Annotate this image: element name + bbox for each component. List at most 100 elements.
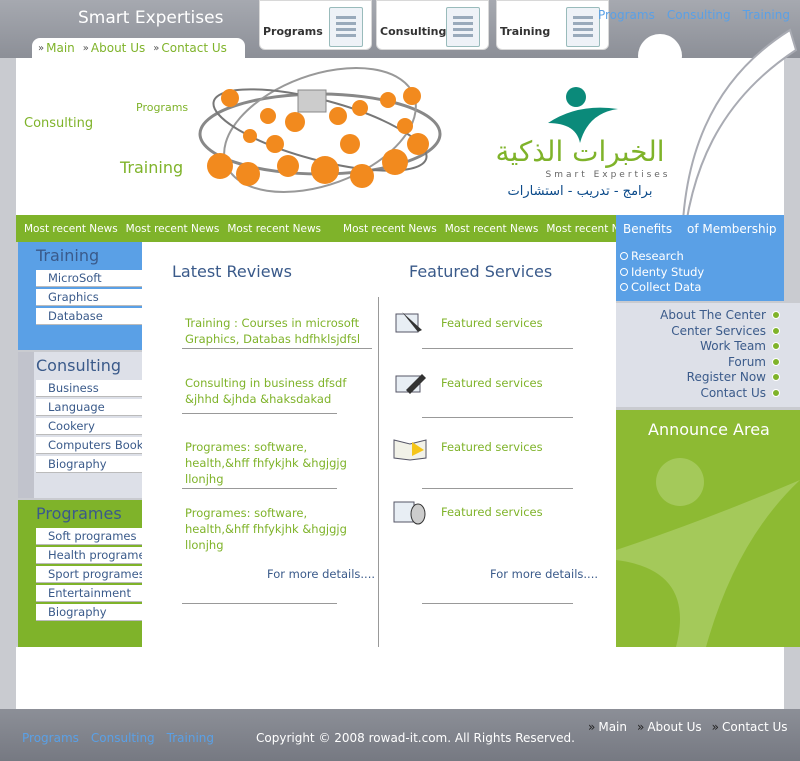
svg-text:Smart Expertises: Smart Expertises: [546, 170, 671, 180]
banner-word-programs: Programs: [136, 101, 189, 114]
review-item[interactable]: Consulting in business dfsdf &jhhd &jhda…: [185, 375, 365, 407]
review-item[interactable]: Training : Courses in microsoft Graphics…: [185, 315, 365, 347]
featured-service-link[interactable]: Featured services: [441, 376, 543, 390]
sidebar-item-language[interactable]: Language: [36, 399, 142, 416]
sidebar-item-computers-books[interactable]: Computers Books: [36, 437, 149, 454]
announce-title: Announce Area: [648, 420, 770, 439]
main-nav: » Main » About Us » Contact Us: [32, 38, 245, 58]
sidebar-heading: Training: [36, 246, 100, 265]
featured-service-link[interactable]: Featured services: [441, 440, 543, 454]
bullet-icon: [772, 311, 780, 319]
footer-link-training[interactable]: Training: [167, 731, 214, 745]
sidebar-programes: Programes Soft programes Health programe…: [18, 500, 152, 647]
bullet-icon: [620, 252, 628, 260]
sidebar-item-sport-programes[interactable]: Sport programes: [36, 566, 145, 583]
sidebar-item-biography[interactable]: Biography: [36, 456, 142, 473]
benefit-item[interactable]: Identy Study: [620, 265, 704, 279]
benefit-item[interactable]: Collect Data: [620, 280, 701, 294]
sidebar-item-health-programes[interactable]: Health programes: [36, 547, 152, 564]
top-link-programs[interactable]: Programs: [598, 8, 655, 22]
svg-text:برامج - تدريب - استشارات: برامج - تدريب - استشارات: [508, 184, 653, 199]
top-links: Programs Consulting Training: [598, 8, 790, 22]
news-item[interactable]: Most recent News: [343, 223, 437, 235]
document-pencil-icon: [329, 7, 363, 47]
chevron-right-icon: »: [711, 720, 720, 734]
chevron-right-icon: »: [588, 720, 596, 734]
site-title: Smart Expertises: [78, 8, 224, 28]
featured-service-link[interactable]: Featured services: [441, 316, 543, 330]
sidebar-consulting: Consulting Business Language Cookery Com…: [18, 352, 149, 498]
nav-contact-us[interactable]: » Contact Us: [153, 41, 227, 55]
copyright: Copyright © 2008 rowad-it.com. All Right…: [256, 731, 575, 745]
announce-area: Announce Area: [616, 410, 800, 647]
tab-training[interactable]: Training: [496, 0, 609, 50]
banner-word-consulting: Consulting: [24, 116, 94, 131]
column-divider: [378, 297, 379, 649]
news-item[interactable]: Most recent News: [445, 223, 539, 235]
sidebar-item-entertainment[interactable]: Entertainment: [36, 585, 142, 602]
featured-services-title: Featured Services: [409, 262, 553, 281]
banner-word-training: Training: [120, 158, 184, 177]
person-headset-icon: [446, 7, 480, 47]
news-item[interactable]: Most recent News: [126, 223, 220, 235]
sidebar-heading: Consulting: [36, 356, 122, 375]
review-item[interactable]: Programes: software, health,&hff fhfykjh…: [185, 439, 365, 487]
bullet-icon: [772, 342, 780, 350]
sidebar-item-business[interactable]: Business: [36, 380, 142, 397]
review-item[interactable]: Programes: software, health,&hff fhfykjh…: [185, 505, 365, 553]
latest-reviews-title: Latest Reviews: [172, 262, 292, 281]
top-link-training[interactable]: Training: [743, 8, 790, 22]
footer-link-about-us[interactable]: » About Us: [637, 720, 702, 734]
sidebar-item-biography[interactable]: Biography: [36, 604, 142, 621]
featured-service-link[interactable]: Featured services: [441, 505, 543, 519]
chevron-right-icon: »: [38, 42, 45, 54]
footer-link-main[interactable]: » Main: [588, 720, 627, 734]
sidebar-item-microsoft[interactable]: MicroSoft: [36, 270, 142, 287]
membership-title: of Membership: [687, 222, 777, 236]
footer-link-programs[interactable]: Programs: [22, 731, 79, 745]
footer: Programs Consulting Training Copyright ©…: [0, 709, 800, 761]
smart-expertises-logo: الخبرات الذكية Smart Expertises برامج - …: [488, 83, 678, 203]
menu-center-services[interactable]: Center Services: [671, 324, 780, 338]
bullet-icon: [772, 389, 780, 397]
menu-about-the-center[interactable]: About The Center: [660, 308, 780, 322]
bullet-icon: [772, 373, 780, 381]
document-pencil-icon: [566, 7, 600, 47]
benefits-title: Benefits: [623, 222, 673, 236]
sidebar-training: Training MicroSoft Graphics Database: [18, 242, 142, 350]
tab-programs[interactable]: Programs: [259, 0, 372, 50]
services-more-link[interactable]: For more details....: [490, 567, 598, 581]
chevron-right-icon: »: [153, 42, 160, 54]
sidebar-item-graphics[interactable]: Graphics: [36, 289, 142, 306]
figure-watermark: [616, 458, 800, 647]
news-item[interactable]: Most recent News: [24, 223, 118, 235]
network-globe-illustration: [198, 67, 442, 193]
chevron-right-icon: »: [82, 42, 89, 54]
tab-consulting[interactable]: Consulting: [376, 0, 489, 50]
nav-about-us[interactable]: » About Us: [83, 41, 145, 55]
svg-text:الخبرات الذكية: الخبرات الذكية: [495, 135, 664, 168]
open-book-icon: [393, 439, 427, 461]
benefit-item[interactable]: Research: [620, 249, 684, 263]
document-mouse-icon: [393, 501, 426, 525]
clipboard-pen-icon: [395, 374, 426, 394]
footer-link-contact-us[interactable]: » Contact Us: [712, 720, 788, 734]
nav-main[interactable]: » Main: [38, 41, 75, 55]
bullet-icon: [620, 268, 628, 276]
bullet-icon: [620, 283, 628, 291]
benefits-panel: Benefits of Membership Research Identy S…: [616, 215, 784, 301]
sidebar-item-cookery[interactable]: Cookery: [36, 418, 142, 435]
content-footer-spacer: [16, 647, 784, 709]
news-item[interactable]: Most recent News: [227, 223, 321, 235]
menu-forum[interactable]: Forum: [728, 355, 780, 369]
sidebar-item-soft-programes[interactable]: Soft programes: [36, 528, 142, 545]
sidebar-item-database[interactable]: Database: [36, 308, 142, 325]
menu-register-now[interactable]: Register Now: [687, 370, 780, 384]
reviews-more-link[interactable]: For more details....: [267, 567, 375, 581]
bullet-icon: [772, 358, 780, 366]
menu-contact-us[interactable]: Contact Us: [700, 386, 780, 400]
top-link-consulting[interactable]: Consulting: [667, 8, 731, 22]
footer-link-consulting[interactable]: Consulting: [91, 731, 155, 745]
bullet-icon: [772, 327, 780, 335]
menu-work-team[interactable]: Work Team: [700, 339, 780, 353]
